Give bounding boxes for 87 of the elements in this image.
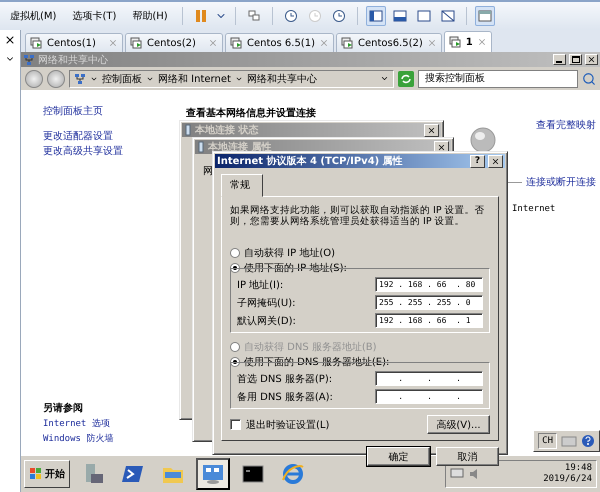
search-icon[interactable] bbox=[582, 72, 596, 86]
window-title: 网络和共享中心 bbox=[38, 54, 109, 66]
field-label: 首选 DNS 服务器(P): bbox=[237, 372, 332, 386]
dialog-title: Internet 协议版本 4 (TCP/IPv4) 属性 bbox=[217, 154, 404, 168]
field-label: 子网掩码(U): bbox=[237, 296, 296, 310]
help-icon[interactable] bbox=[581, 434, 595, 448]
window-icon bbox=[478, 9, 492, 23]
layout-icon bbox=[416, 9, 431, 23]
forward-button[interactable] bbox=[47, 70, 65, 88]
ip-address-field[interactable]: 192 . 168 . 66 . 1 bbox=[375, 313, 483, 328]
advanced-button[interactable]: 高级(V)... bbox=[427, 415, 490, 434]
breadcrumb[interactable]: 网络和 Internet bbox=[158, 72, 231, 86]
vm-tab[interactable]: Centos(1) bbox=[25, 33, 123, 52]
intro-text: 如果网络支持此功能，则可以获取自动指派的 IP 设置。否则，您需要从网络系统管理员处获得适当的 IP 设置。 bbox=[230, 205, 486, 227]
vm-tab[interactable]: Centos 6.5(1) bbox=[225, 33, 334, 52]
menu-item[interactable]: 虚拟机(M) bbox=[4, 9, 62, 23]
dialog-title: 本地连接 状态 bbox=[195, 124, 260, 137]
windows-logo-icon bbox=[29, 467, 43, 481]
ip-address-field[interactable]: 192 . 168 . 66 . 80 bbox=[375, 277, 483, 292]
network-label: Internet bbox=[512, 204, 556, 214]
map-link[interactable]: 查看完整映射 bbox=[536, 118, 596, 133]
start-button[interactable]: 开始 bbox=[24, 460, 70, 488]
help-button[interactable]: ? bbox=[470, 154, 485, 168]
dialog-title: 本地连接 属性 bbox=[208, 140, 272, 154]
language-indicator[interactable]: CH bbox=[538, 433, 557, 449]
vm-tab[interactable]: 1 bbox=[444, 31, 492, 52]
back-button[interactable] bbox=[25, 70, 43, 88]
clock-icon bbox=[283, 8, 298, 24]
search-field[interactable]: 搜索控制面板 bbox=[418, 70, 578, 88]
page-heading: 查看基本网络信息并设置连接 bbox=[186, 108, 316, 119]
breadcrumb[interactable]: 网络和共享中心 bbox=[246, 72, 317, 86]
validate-checkbox[interactable]: 退出时验证设置(L) bbox=[230, 418, 330, 432]
vm-tab[interactable]: Centos(2) bbox=[125, 33, 223, 52]
close-icon bbox=[427, 126, 436, 134]
clock-icon bbox=[331, 8, 346, 24]
network-icon bbox=[23, 54, 35, 66]
view-button[interactable] bbox=[366, 6, 386, 26]
close-button[interactable] bbox=[488, 154, 503, 168]
vm-icon bbox=[230, 36, 243, 50]
maximize-button[interactable] bbox=[569, 54, 582, 65]
sidebar-link[interactable]: Windows 防火墙 bbox=[43, 432, 186, 447]
close-icon bbox=[491, 156, 500, 166]
clock-time: 19:48 bbox=[564, 463, 592, 474]
breadcrumb[interactable]: 控制面板 bbox=[102, 72, 142, 86]
vm-icon bbox=[30, 36, 43, 50]
field-label: 默认网关(D): bbox=[237, 314, 296, 328]
cancel-button[interactable]: 取消 bbox=[436, 447, 499, 466]
pause-icon bbox=[194, 9, 208, 23]
layout-icon bbox=[392, 9, 407, 23]
sidebar-link[interactable]: 控制面板主页 bbox=[43, 104, 186, 119]
vm-icon bbox=[448, 36, 462, 48]
maximize-icon bbox=[572, 56, 580, 63]
vm-tab[interactable]: Centos6.5(2) bbox=[336, 33, 442, 52]
ip-address-field[interactable]: 255 . 255 . 255 . 0 bbox=[375, 295, 483, 310]
dialog-tab[interactable]: 常规 bbox=[221, 174, 263, 197]
layout-icon bbox=[368, 9, 383, 23]
connect-link[interactable]: 连接或断开连接 bbox=[526, 175, 596, 190]
network-center-icon[interactable] bbox=[196, 458, 230, 490]
menu-item[interactable]: 选项卡(T) bbox=[66, 9, 122, 23]
layout-icon bbox=[440, 9, 455, 23]
field-label: 备用 DNS 服务器(A): bbox=[237, 390, 333, 404]
console-view-button[interactable] bbox=[474, 6, 495, 26]
ip-address-field[interactable]: . . . bbox=[375, 371, 483, 386]
section-title: 另请参阅 bbox=[43, 402, 84, 416]
refresh-icon[interactable] bbox=[398, 70, 414, 86]
sidebar-link[interactable]: Internet 选项 bbox=[43, 417, 186, 432]
address-bar[interactable]: 控制面板 网络和 Internet 网络和共享中心 bbox=[69, 70, 394, 88]
clock-date: 2019/6/24 bbox=[543, 474, 592, 485]
vm-icon bbox=[130, 36, 143, 50]
ip-address-field[interactable]: . . . bbox=[375, 389, 483, 404]
close-button[interactable] bbox=[585, 54, 598, 65]
connection-icon bbox=[197, 141, 205, 153]
ok-button[interactable]: 确定 bbox=[367, 447, 430, 466]
network-icon bbox=[74, 72, 86, 84]
minimize-button[interactable] bbox=[553, 54, 566, 65]
field-label: IP 地址(I): bbox=[237, 278, 284, 292]
windows-icon bbox=[246, 9, 261, 23]
vm-icon bbox=[340, 36, 354, 50]
connection-icon bbox=[184, 124, 192, 136]
close-icon bbox=[587, 55, 596, 64]
close-icon bbox=[437, 142, 446, 152]
radio-button[interactable]: 自动获得 IP 地址(O) bbox=[230, 245, 490, 260]
clock-icon bbox=[307, 8, 322, 24]
caret-icon[interactable] bbox=[380, 74, 389, 83]
menu-item[interactable]: 帮助(H) bbox=[126, 9, 174, 23]
close-icon[interactable] bbox=[4, 34, 16, 46]
close-button[interactable] bbox=[424, 124, 439, 136]
